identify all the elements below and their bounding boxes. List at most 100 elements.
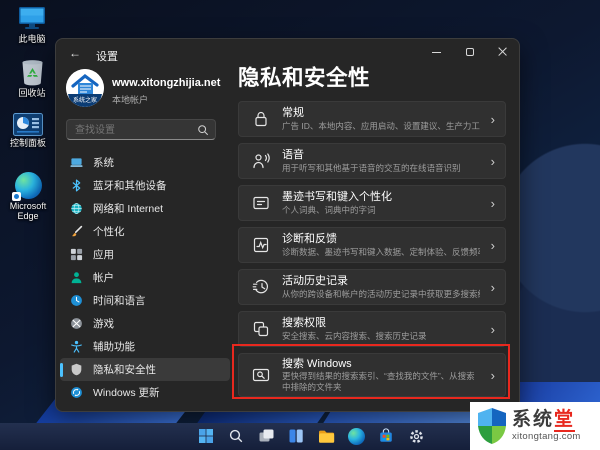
- card-diagnostics-feedback[interactable]: 诊断和反馈 诊断数据、墨迹书写和键入数据、定制体验、反馈频率 ›: [238, 227, 506, 263]
- sidebar-item-network-internet[interactable]: 网络和 Internet: [60, 197, 230, 220]
- sidebar-item-label: 网络和 Internet: [93, 203, 164, 215]
- sidebar-item-windows-update[interactable]: Windows 更新: [60, 381, 230, 404]
- account-avatar[interactable]: 系统之家: [66, 69, 104, 107]
- desktop-icon-edge[interactable]: Microsoft Edge: [0, 172, 56, 222]
- start-button[interactable]: [196, 426, 216, 446]
- watermark-brand: 系统堂: [512, 409, 576, 433]
- task-view-icon: [259, 429, 273, 441]
- settings-window: ← 设置 系统之家 www.xitongzhijia.net 本地帐户 系统: [55, 38, 520, 412]
- person-icon: [70, 271, 83, 284]
- card-title: 活动历史记录: [282, 275, 348, 288]
- card-subtitle: 安全搜索、云内容搜索、搜索历史记录: [282, 330, 427, 341]
- sidebar-item-gaming[interactable]: 游戏: [60, 312, 230, 335]
- accessibility-icon: [70, 340, 83, 353]
- card-title: 墨迹书写和键入个性化: [282, 191, 392, 204]
- sidebar-item-label: 时间和语言: [93, 295, 146, 307]
- desktop-icon-recycle-bin[interactable]: 回收站: [4, 57, 60, 98]
- sidebar-item-time-language[interactable]: 时间和语言: [60, 289, 230, 312]
- search-settings-box[interactable]: [66, 119, 216, 140]
- desktop-icon-this-pc[interactable]: 此电脑: [4, 6, 60, 44]
- card-title: 诊断和反馈: [282, 233, 337, 246]
- sidebar-item-label: 隐私和安全性: [93, 364, 156, 376]
- card-subtitle: 个人词典、词典中的字词: [282, 204, 376, 215]
- desktop-icon-label: Microsoft Edge: [9, 201, 47, 222]
- card-search-windows[interactable]: 搜索 Windows 更快得到结果的搜索索引、“查找我的文件”、从搜索中排除的文件…: [238, 353, 506, 397]
- microsoft-store-button[interactable]: [376, 426, 396, 446]
- minimize-button[interactable]: [420, 39, 453, 65]
- account-type: 本地帐户: [112, 95, 149, 105]
- card-subtitle: 诊断数据、墨迹书写和键入数据、定制体验、反馈频率: [282, 246, 480, 257]
- search-input[interactable]: [75, 121, 193, 140]
- clock-icon: [70, 294, 83, 307]
- taskbar-edge-button[interactable]: [346, 426, 366, 446]
- sidebar-item-bluetooth-devices[interactable]: 蓝牙和其他设备: [60, 174, 230, 197]
- recycle-bin-icon: [22, 60, 42, 86]
- widgets-button[interactable]: [286, 426, 306, 446]
- search-icon: [198, 125, 209, 136]
- account-name: www.xitongzhijia.net: [112, 77, 221, 89]
- card-title: 语音: [282, 149, 304, 162]
- avatar-caption: 系统之家: [72, 98, 97, 104]
- shield-icon: [70, 363, 83, 376]
- card-title: 常规: [282, 107, 304, 120]
- window-controls: [420, 39, 519, 65]
- card-subtitle: 广告 ID、本地内容、应用启动、设置建议、生产力工具: [282, 120, 480, 131]
- page-title: 隐私和安全性: [238, 66, 371, 90]
- card-inking-typing[interactable]: 墨迹书写和键入个性化 个人词典、词典中的字词 ›: [238, 185, 506, 221]
- this-pc-icon: [19, 7, 45, 29]
- card-subtitle: 从你的跨设备和帐户的活动历史记录中获取更多搜索结果的选项: [282, 288, 480, 299]
- sidebar-item-label: 游戏: [93, 318, 114, 330]
- chevron-right-icon: ›: [490, 195, 495, 211]
- inking-typing-icon: [251, 193, 271, 213]
- apps-icon: [70, 248, 83, 261]
- card-speech[interactable]: 语音 用于听写和其他基于语音的交互的在线语音识别 ›: [238, 143, 506, 179]
- shield-logo-icon: [478, 408, 506, 444]
- brush-icon: [70, 225, 83, 238]
- sidebar-item-accessibility[interactable]: 辅助功能: [60, 335, 230, 358]
- sidebar-item-accounts[interactable]: 帐户: [60, 266, 230, 289]
- card-subtitle: 更快得到结果的搜索索引、“查找我的文件”、从搜索中排除的文件夹: [282, 371, 475, 393]
- control-panel-icon: [13, 113, 43, 136]
- watermark: 系统堂 xitongtang.com: [470, 402, 600, 450]
- maximize-button[interactable]: [453, 39, 486, 65]
- settings-sidebar: 系统 蓝牙和其他设备 网络和 Internet 个性化 应用 帐户 时间和语言: [60, 151, 230, 404]
- chevron-right-icon: ›: [490, 237, 495, 253]
- chevron-right-icon: ›: [490, 367, 495, 383]
- sidebar-item-label: 应用: [93, 249, 114, 261]
- sidebar-item-label: Windows 更新: [93, 387, 160, 399]
- file-explorer-button[interactable]: [316, 426, 336, 446]
- desktop-icon-label: 此电脑: [18, 34, 46, 44]
- sidebar-item-personalization[interactable]: 个性化: [60, 220, 230, 243]
- card-title: 搜索 Windows: [282, 357, 352, 370]
- chevron-right-icon: ›: [490, 153, 495, 169]
- widgets-icon: [289, 429, 303, 443]
- sidebar-item-privacy-security[interactable]: 隐私和安全性: [60, 358, 230, 381]
- back-button[interactable]: ←: [69, 46, 81, 60]
- desktop-icon-control-panel[interactable]: 控制面板: [0, 113, 56, 148]
- speech-icon: [251, 151, 271, 171]
- sidebar-item-label: 个性化: [93, 226, 125, 238]
- bluetooth-icon: [70, 179, 83, 192]
- card-search-permissions[interactable]: 搜索权限 安全搜索、云内容搜索、搜索历史记录 ›: [238, 311, 506, 347]
- desktop-icon-label: 控制面板: [9, 138, 46, 148]
- task-view-button[interactable]: [256, 426, 276, 446]
- update-icon: [70, 386, 83, 399]
- watermark-url: xitongtang.com: [512, 430, 581, 442]
- sidebar-item-label: 蓝牙和其他设备: [93, 180, 167, 192]
- sidebar-item-apps[interactable]: 应用: [60, 243, 230, 266]
- edge-icon: [11, 172, 42, 201]
- card-subtitle: 用于听写和其他基于语音的交互的在线语音识别: [282, 162, 461, 173]
- card-activity-history[interactable]: 活动历史记录从你的跨设备和帐户的活动历史记录中获取更多搜索结果的选项 ›: [238, 269, 506, 305]
- sidebar-item-label: 系统: [93, 157, 114, 169]
- globe-icon: [70, 202, 83, 215]
- card-general[interactable]: 常规 广告 ID、本地内容、应用启动、设置建议、生产力工具 ›: [238, 101, 506, 137]
- taskbar-search-button[interactable]: [226, 426, 246, 446]
- gear-icon: [409, 429, 423, 443]
- lock-icon: [251, 109, 271, 129]
- taskbar-settings-button[interactable]: [406, 426, 426, 446]
- desktop-icon-label: 回收站: [18, 88, 46, 98]
- close-button[interactable]: [486, 39, 519, 65]
- sidebar-item-system[interactable]: 系统: [60, 151, 230, 174]
- chevron-right-icon: ›: [490, 279, 495, 295]
- store-icon: [380, 428, 392, 442]
